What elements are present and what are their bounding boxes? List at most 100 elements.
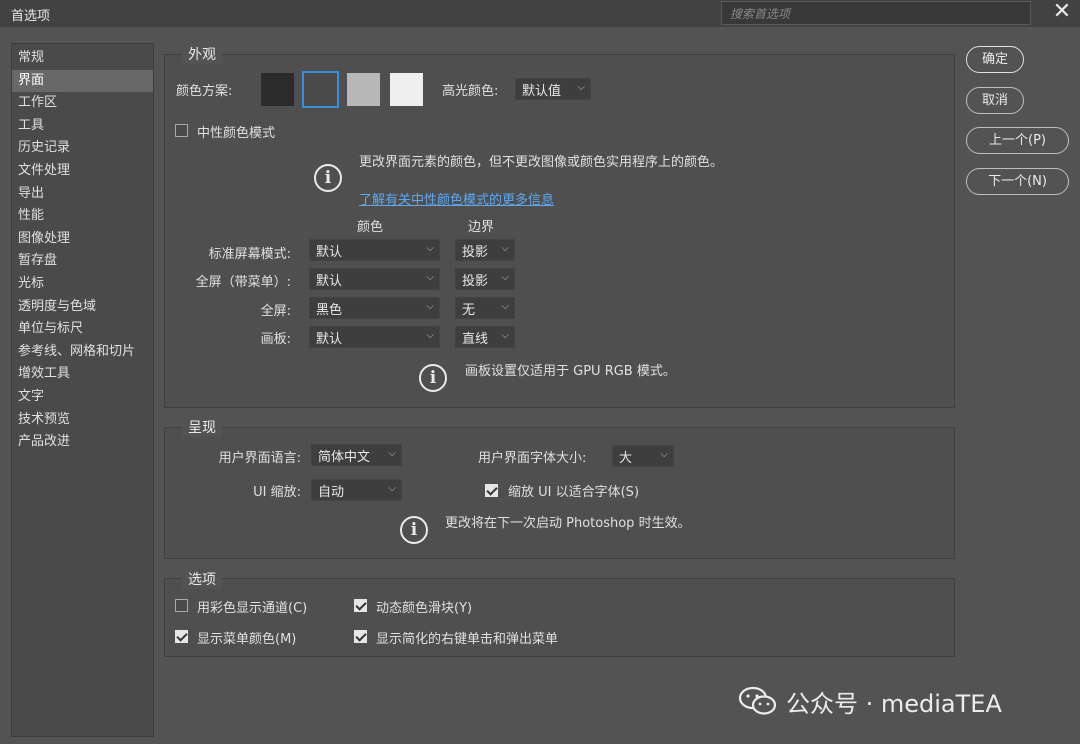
dynamic-sliders-label: 动态颜色滑块(Y) bbox=[376, 601, 473, 616]
previous-button[interactable]: 上一个(P) bbox=[966, 127, 1069, 154]
sidebar-item-image-processing[interactable]: 图像处理 bbox=[12, 228, 153, 251]
full-screen-menus-color-select[interactable]: 默认 ⌵ bbox=[309, 268, 440, 290]
color-scheme-swatch-light[interactable] bbox=[347, 73, 380, 106]
sidebar-item-scratch-disks[interactable]: 暂存盘 bbox=[12, 250, 153, 273]
full-screen-border-value: 无 bbox=[462, 303, 476, 318]
full-screen-menus-border-value: 投影 bbox=[462, 274, 489, 289]
ui-scaling-select[interactable]: 自动 ⌵ bbox=[311, 479, 402, 501]
chevron-down-icon: ⌵ bbox=[426, 330, 434, 341]
chevron-down-icon: ⌵ bbox=[388, 483, 396, 494]
sidebar-item-performance[interactable]: 性能 bbox=[12, 205, 153, 228]
ui-font-size-label: 用户界面字体大小: bbox=[478, 451, 587, 466]
neutral-color-mode-label: 中性颜色模式 bbox=[197, 126, 276, 141]
learn-more-link[interactable]: 了解有关中性颜色模式的更多信息 bbox=[359, 189, 554, 208]
color-scheme-swatch-dark[interactable] bbox=[302, 71, 339, 108]
appearance-title: 外观 bbox=[182, 44, 222, 64]
sidebar-item-type[interactable]: 文字 bbox=[12, 386, 153, 409]
neutral-info-text: 更改界面元素的颜色，但不更改图像或颜色实用程序上的颜色。 bbox=[359, 155, 724, 170]
column-header-border: 边界 bbox=[468, 220, 495, 235]
simplified-menus-checkbox[interactable] bbox=[354, 630, 367, 643]
restart-note: 更改将在下一次启动 Photoshop 时生效。 bbox=[445, 516, 691, 531]
color-scheme-swatch-lightest[interactable] bbox=[390, 73, 423, 106]
chevron-down-icon: ⌵ bbox=[660, 449, 668, 460]
next-button[interactable]: 下一个(N) bbox=[966, 168, 1069, 195]
ui-language-label: 用户界面语言: bbox=[218, 451, 301, 466]
chevron-down-icon: ⌵ bbox=[501, 301, 509, 312]
ok-button[interactable]: 确定 bbox=[966, 46, 1024, 73]
ui-language-select[interactable]: 简体中文 ⌵ bbox=[311, 444, 402, 466]
color-scheme-swatch-darkest[interactable] bbox=[261, 73, 294, 106]
scale-ui-to-font-checkbox[interactable] bbox=[485, 484, 498, 497]
sidebar-item-file-handling[interactable]: 文件处理 bbox=[12, 160, 153, 183]
info-icon: i bbox=[314, 164, 342, 192]
options-title: 选项 bbox=[182, 569, 222, 589]
sidebar: 常规 界面 工作区 工具 历史记录 文件处理 导出 性能 图像处理 暂存盘 光标… bbox=[11, 43, 154, 737]
chevron-down-icon: ⌵ bbox=[426, 301, 434, 312]
sidebar-item-units[interactable]: 单位与标尺 bbox=[12, 318, 153, 341]
chevron-down-icon: ⌵ bbox=[501, 330, 509, 341]
sidebar-item-plugins[interactable]: 增效工具 bbox=[12, 363, 153, 386]
sidebar-item-tech-preview[interactable]: 技术预览 bbox=[12, 409, 153, 432]
column-header-color: 颜色 bbox=[357, 220, 384, 235]
title-bar: 首选项 搜索首选项 ✕ bbox=[0, 0, 1080, 27]
chevron-down-icon: ⌵ bbox=[426, 272, 434, 283]
menu-colors-checkbox[interactable] bbox=[175, 630, 188, 643]
sidebar-item-export[interactable]: 导出 bbox=[12, 183, 153, 206]
artboard-note: 画板设置仅适用于 GPU RGB 模式。 bbox=[465, 364, 676, 379]
sidebar-item-guides[interactable]: 参考线、网格和切片 bbox=[12, 341, 153, 364]
simplified-menus-label: 显示简化的右键单击和弹出菜单 bbox=[376, 632, 559, 647]
chevron-down-icon: ⌵ bbox=[577, 82, 585, 93]
highlight-color-value: 默认值 bbox=[522, 84, 562, 99]
artboard-border-select[interactable]: 直线 ⌵ bbox=[455, 326, 515, 348]
sidebar-item-cursors[interactable]: 光标 bbox=[12, 273, 153, 296]
scale-ui-to-font-label: 缩放 UI 以适合字体(S) bbox=[508, 485, 640, 500]
color-channels-checkbox[interactable] bbox=[175, 599, 188, 612]
highlight-color-select[interactable]: 默认值 ⌵ bbox=[515, 78, 591, 100]
sidebar-item-interface[interactable]: 界面 bbox=[12, 69, 153, 93]
dynamic-sliders-checkbox[interactable] bbox=[354, 599, 367, 612]
chevron-down-icon: ⌵ bbox=[501, 243, 509, 254]
cancel-button[interactable]: 取消 bbox=[966, 87, 1024, 114]
full-screen-label: 全屏: bbox=[260, 304, 291, 319]
neutral-color-mode-checkbox[interactable] bbox=[175, 124, 188, 137]
ui-language-value: 简体中文 bbox=[318, 450, 371, 465]
full-screen-menus-color-value: 默认 bbox=[316, 274, 343, 289]
wechat-icon bbox=[738, 686, 777, 715]
sidebar-item-product-improvement[interactable]: 产品改进 bbox=[12, 431, 153, 454]
close-icon[interactable]: ✕ bbox=[1051, 0, 1073, 24]
chevron-down-icon: ⌵ bbox=[426, 243, 434, 254]
sidebar-item-tools[interactable]: 工具 bbox=[12, 115, 153, 138]
sidebar-item-history[interactable]: 历史记录 bbox=[12, 137, 153, 160]
standard-screen-color-select[interactable]: 默认 ⌵ bbox=[309, 239, 440, 261]
menu-colors-label: 显示菜单颜色(M) bbox=[197, 632, 297, 647]
ui-font-size-value: 大 bbox=[619, 451, 633, 466]
sidebar-item-transparency[interactable]: 透明度与色域 bbox=[12, 296, 153, 319]
search-input[interactable]: 搜索首选项 bbox=[721, 1, 1031, 25]
ui-font-size-select[interactable]: 大 ⌵ bbox=[612, 445, 674, 467]
color-channels-label: 用彩色显示通道(C) bbox=[197, 601, 308, 616]
info-icon: i bbox=[400, 516, 428, 544]
sidebar-item-general[interactable]: 常规 bbox=[12, 47, 153, 70]
highlight-color-label: 高光颜色: bbox=[442, 84, 499, 99]
standard-screen-border-select[interactable]: 投影 ⌵ bbox=[455, 239, 515, 261]
watermark-text: 公众号 · mediaTEA bbox=[786, 690, 1002, 718]
ui-scaling-label: UI 缩放: bbox=[253, 485, 301, 500]
ui-scaling-value: 自动 bbox=[318, 485, 345, 500]
artboard-border-value: 直线 bbox=[462, 332, 489, 347]
window-title: 首选项 bbox=[11, 9, 51, 24]
full-screen-color-select[interactable]: 黑色 ⌵ bbox=[309, 297, 440, 319]
artboard-label: 画板: bbox=[260, 332, 291, 347]
chevron-down-icon: ⌵ bbox=[501, 272, 509, 283]
artboard-color-value: 默认 bbox=[316, 332, 343, 347]
presentation-title: 呈现 bbox=[182, 417, 222, 437]
chevron-down-icon: ⌵ bbox=[388, 448, 396, 459]
sidebar-item-workspace[interactable]: 工作区 bbox=[12, 92, 153, 115]
standard-screen-color-value: 默认 bbox=[316, 245, 343, 260]
artboard-color-select[interactable]: 默认 ⌵ bbox=[309, 326, 440, 348]
color-scheme-label: 颜色方案: bbox=[176, 84, 233, 99]
full-screen-color-value: 黑色 bbox=[316, 303, 343, 318]
info-icon: i bbox=[419, 364, 447, 392]
full-screen-menus-border-select[interactable]: 投影 ⌵ bbox=[455, 268, 515, 290]
full-screen-border-select[interactable]: 无 ⌵ bbox=[455, 297, 515, 319]
standard-screen-label: 标准屏幕模式: bbox=[208, 247, 291, 262]
